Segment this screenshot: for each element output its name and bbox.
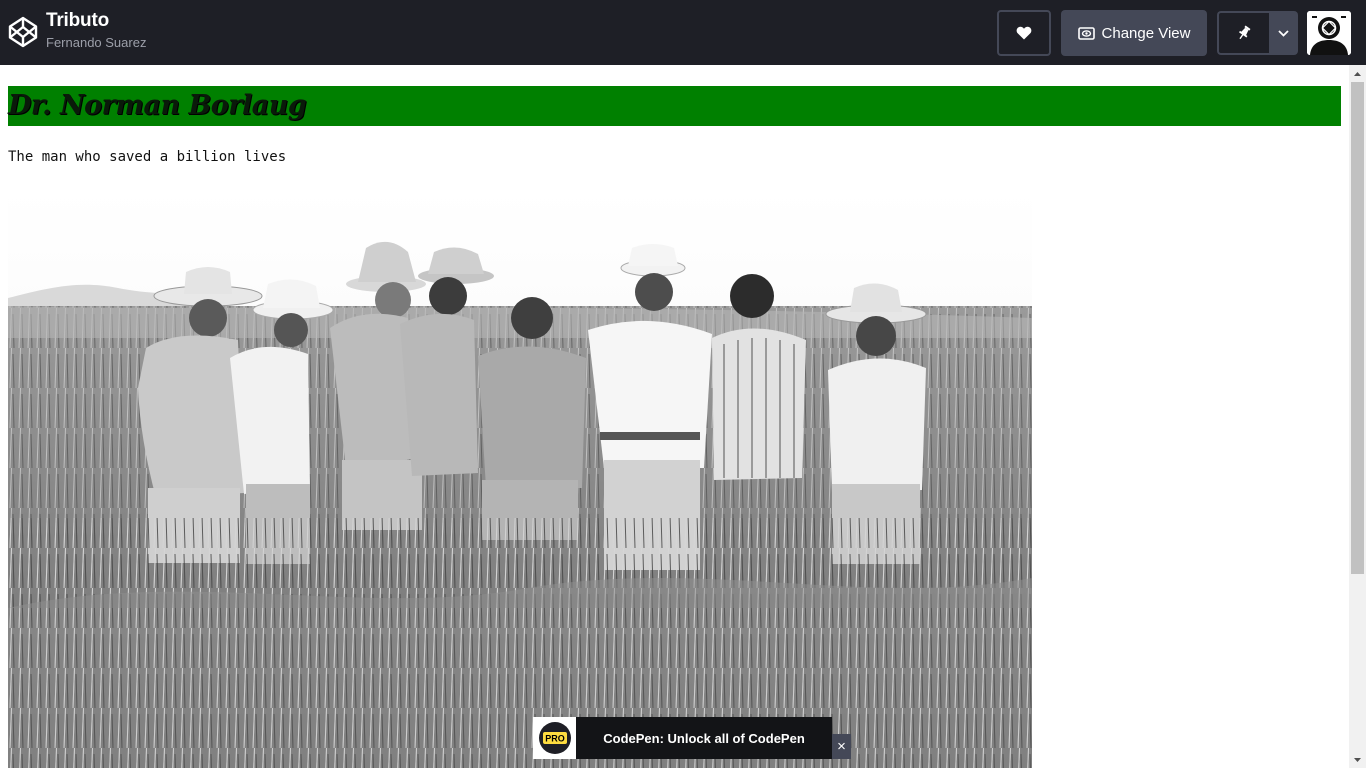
preview-scrollbar[interactable] [1349, 65, 1366, 768]
close-icon[interactable]: × [832, 734, 851, 759]
pro-badge-icon: PRO [538, 722, 571, 754]
codepen-logo-icon[interactable] [7, 15, 39, 49]
scroll-down-arrow-icon[interactable] [1349, 751, 1366, 768]
pen-preview: Dr. Norman Borlaug The man who saved a b… [0, 65, 1349, 768]
pen-title-block: Tributo Fernando Suarez [46, 10, 146, 52]
page-heading: Dr. Norman Borlaug [8, 90, 307, 121]
eye-icon [1077, 26, 1095, 40]
borlaug-field-photo [8, 188, 1032, 768]
pen-title[interactable]: Tributo [46, 10, 146, 32]
pen-author[interactable]: Fernando Suarez [46, 34, 146, 52]
pin-button[interactable] [1217, 11, 1269, 55]
title-banner: Dr. Norman Borlaug [8, 86, 1341, 126]
promo-link[interactable]: CodePen: Unlock all of CodePen [576, 717, 832, 759]
pro-badge[interactable]: PRO [533, 717, 576, 759]
change-view-label: Change View [1101, 24, 1191, 42]
like-button[interactable] [997, 10, 1051, 56]
codepen-header: Tributo Fernando Suarez Change View [0, 0, 1366, 65]
avatar-icon [1307, 11, 1351, 55]
user-avatar[interactable] [1307, 11, 1351, 55]
pro-promo-toast: PRO CodePen: Unlock all of CodePen × [533, 717, 851, 759]
scroll-up-arrow-icon[interactable] [1349, 65, 1366, 82]
change-view-button[interactable]: Change View [1061, 10, 1207, 56]
pro-badge-text: PRO [545, 734, 565, 744]
pin-icon [1238, 25, 1251, 40]
page-subtitle: The man who saved a billion lives [8, 149, 287, 165]
chevron-down-icon [1278, 29, 1289, 37]
heart-icon [1016, 26, 1032, 40]
scrollbar-thumb[interactable] [1351, 82, 1364, 574]
pin-menu-toggle[interactable] [1269, 11, 1298, 55]
